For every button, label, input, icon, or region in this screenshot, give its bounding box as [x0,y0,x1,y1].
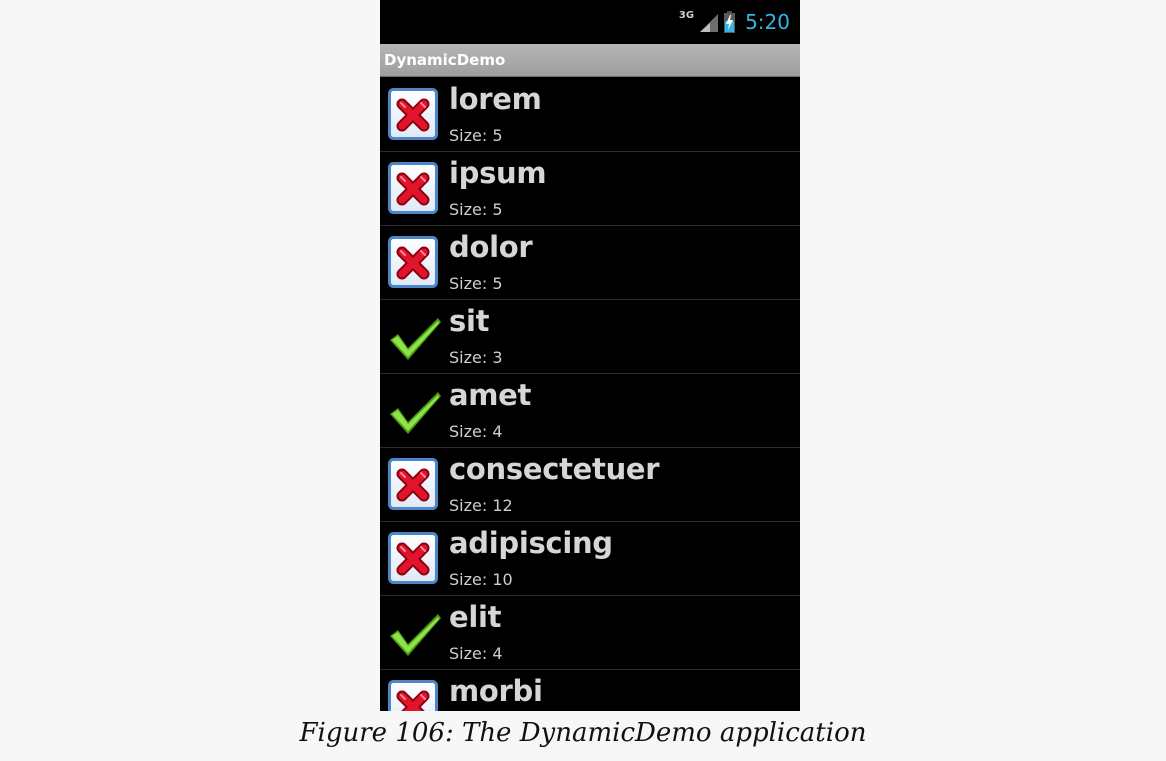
app-title: DynamicDemo [384,51,506,69]
figure-page: 3G 5:20 DynamicDemo lorem Size: 5 ipsum … [0,0,1166,761]
list-item-word: ipsum [449,156,547,190]
word-list[interactable]: lorem Size: 5 ipsum Size: 5 dolor Size: 5 s… [380,78,800,711]
delete-x-icon [388,680,440,711]
list-item-size: Size: 4 [449,422,503,441]
list-item[interactable]: elit Size: 4 [380,596,800,670]
phone-screen: 3G 5:20 DynamicDemo lorem Size: 5 ipsum … [380,0,800,711]
list-item-size: Size: 3 [449,348,503,367]
checkmark-icon [388,606,441,660]
list-item-word: sit [449,304,490,338]
list-item-word: amet [449,378,532,412]
delete-x-icon [388,162,440,216]
checkmark-icon [388,384,441,438]
list-item-size: Size: 10 [449,570,513,589]
list-item[interactable]: amet Size: 4 [380,374,800,448]
action-bar: DynamicDemo [380,44,800,77]
checkmark-icon [388,310,441,364]
list-item[interactable]: ipsum Size: 5 [380,152,800,226]
list-item-word: morbi [449,674,543,708]
list-item-size: Size: 12 [449,496,513,515]
list-item[interactable]: dolor Size: 5 [380,226,800,300]
figure-caption: Figure 106: The DynamicDemo application [299,718,867,748]
list-item-word: lorem [449,82,542,116]
list-item-word: dolor [449,230,533,264]
delete-x-icon [388,236,440,290]
list-item-size: Size: 5 [449,274,503,293]
list-item[interactable]: consectetuer Size: 12 [380,448,800,522]
list-item-size: Size: 5 [449,200,503,219]
list-item[interactable]: adipiscing Size: 10 [380,522,800,596]
list-item-word: elit [449,600,502,634]
status-icons: 3G 5:20 [679,9,790,35]
delete-x-icon [388,532,440,586]
list-item-word: consectetuer [449,452,660,486]
list-item-word: adipiscing [449,526,613,560]
status-clock: 5:20 [745,10,790,34]
delete-x-icon [388,88,440,142]
signal-icon [700,12,719,32]
list-item[interactable]: lorem Size: 5 [380,78,800,152]
list-item-size: Size: 4 [449,644,503,663]
delete-x-icon [388,458,440,512]
list-item[interactable]: morbi [380,670,800,711]
status-bar: 3G 5:20 [380,0,800,44]
network-type-label: 3G [678,10,695,21]
list-item[interactable]: sit Size: 3 [380,300,800,374]
battery-charging-icon [724,11,736,33]
list-item-size: Size: 5 [449,126,503,145]
